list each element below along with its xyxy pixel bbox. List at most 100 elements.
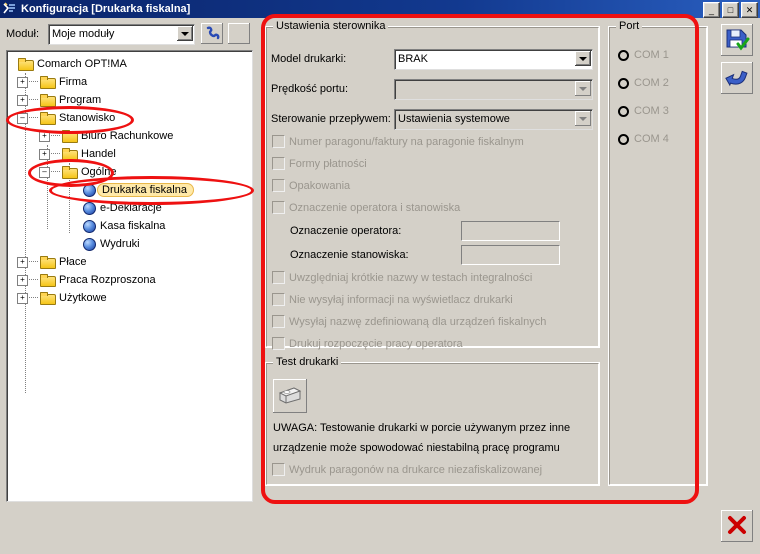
tree-node-handel[interactable]: + Handel [7,145,252,163]
phone-button[interactable] [201,23,223,44]
radio-com3[interactable]: COM 3 [618,105,669,117]
app-icon [2,2,18,16]
window-title: Konfiguracja [Drukarka fiskalna] [21,3,191,15]
folder-icon [62,148,78,161]
module-select-value: Moje moduły [52,28,115,40]
checkbox-payment-forms[interactable]: Formy płatności [272,157,367,170]
radio-label: COM 4 [634,133,669,145]
checkbox-label: Drukuj rozpoczęcie pracy operatora [289,337,463,350]
checkbox-send-defined-name[interactable]: Wysyłaj nazwę zdefiniowaną dla urządzeń … [272,315,546,328]
chevron-down-icon[interactable] [177,26,193,41]
expand-icon[interactable]: + [17,292,28,304]
save-button[interactable] [721,24,753,56]
printer-warning-line2: urządzenie może spowodować niestabilną p… [273,442,560,454]
printer-test-button[interactable] [273,379,307,413]
tree-node-stanowisko[interactable]: – Stanowisko [7,109,252,127]
tree-node-u-ytkowe[interactable]: + Użytkowe [7,289,252,307]
expand-icon[interactable]: + [17,94,28,106]
checkbox-print-operator-start[interactable]: Drukuj rozpoczęcie pracy operatora [272,337,463,350]
tree-node-og-lne[interactable]: – Ogólne [7,163,252,181]
phone-icon [205,25,220,43]
port-speed-select[interactable] [394,79,593,100]
checkbox-label: Wysyłaj nazwę zdefiniowaną dla urządzeń … [289,315,547,328]
folder-icon [40,274,56,287]
expand-icon[interactable]: + [17,256,28,268]
tree-node-label: Biuro Rachunkowe [81,130,174,142]
close-x-icon [726,514,748,539]
folder-icon [40,76,56,89]
station-marking-input[interactable] [461,245,560,265]
tree-node-label: Płace [59,256,87,268]
tree-node-biuro-rachunkowe[interactable]: + Biuro Rachunkowe [7,127,252,145]
printer-test-group: Test drukarki UWAGA: Testowanie drukarki… [265,356,600,486]
tree-node-label: Handel [81,148,116,160]
folder-icon [40,112,56,125]
module-select[interactable]: Moje moduły [48,24,195,45]
tree-node-kasa-fiskalna[interactable]: Kasa fiskalna [7,217,252,235]
checkbox-print-unfiscalized[interactable]: Wydruk paragonów na drukarce niezafiskal… [272,463,542,476]
tree-node-e-deklaracje[interactable]: e-Deklaracje [7,199,252,217]
configuration-window: Konfiguracja [Drukarka fiskalna] _ □ ✕ M… [0,0,760,554]
checkbox-operator-station-marking[interactable]: Oznaczenie operatora i stanowiska [272,201,460,214]
driver-settings-group: Ustawienia sterownika Model drukarki: BR… [265,20,600,350]
folder-icon [40,292,56,305]
folder-icon [40,256,56,269]
minimize-button[interactable]: _ [703,2,720,18]
checkbox-box [272,157,285,170]
close-button[interactable]: ✕ [741,2,758,18]
collapse-icon[interactable]: – [39,166,50,178]
flow-control-select[interactable]: Ustawienia systemowe [394,109,593,130]
tree-node-p-ace[interactable]: + Płace [7,253,252,271]
tree-node-label: Drukarka fiskalna [97,183,194,197]
tree-connector [29,279,38,281]
tree-node-label: e-Deklaracje [100,202,162,214]
tree-connector [29,297,38,299]
tree-node-program[interactable]: + Program [7,91,252,109]
collapse-icon[interactable]: – [17,112,28,124]
flow-control-label: Sterowanie przepływem: [271,113,391,125]
operator-marking-input[interactable] [461,221,560,241]
tree-node-label: Użytkowe [59,292,107,304]
checkbox-box [272,293,285,306]
radio-com4[interactable]: COM 4 [618,133,669,145]
radio-com1[interactable]: COM 1 [618,49,669,61]
chevron-down-icon[interactable] [575,111,591,126]
item-icon [83,237,96,251]
model-select[interactable]: BRAK [394,49,593,70]
checkbox-receipt-number[interactable]: Numer paragonu/faktury na paragonie fisk… [272,135,524,148]
folder-icon [62,130,78,143]
radio-label: COM 1 [634,49,669,61]
checkbox-short-names-integrity[interactable]: Uwzględniaj krótkie nazwy w testach inte… [272,271,532,284]
tree-node-label: Praca Rozproszona [59,274,156,286]
tree-node-root[interactable]: Comarch OPT!MA [7,55,252,73]
expand-icon[interactable]: + [17,274,28,286]
checkbox-no-display-info[interactable]: Nie wysyłaj informacji na wyświetlacz dr… [272,293,513,306]
tree-node-firma[interactable]: + Firma [7,73,252,91]
checkbox-box [272,315,285,328]
undo-button[interactable] [721,62,753,94]
model-label: Model drukarki: [271,53,347,65]
chevron-down-icon[interactable] [575,51,591,66]
cancel-button[interactable] [721,510,753,542]
chevron-down-icon[interactable] [575,81,591,96]
expand-icon[interactable]: + [17,76,28,88]
maximize-button[interactable]: □ [722,2,739,18]
radio-com2[interactable]: COM 2 [618,77,669,89]
configuration-tree[interactable]: Comarch OPT!MA + Firma + Program – Stanowisko… [6,50,253,502]
tree-connector [29,99,38,101]
item-icon [83,219,96,233]
checkbox-packaging[interactable]: Opakowania [272,179,350,192]
tree-node-drukarka-fiskalna[interactable]: Drukarka fiskalna [7,181,252,199]
close-icon: ✕ [745,4,754,15]
secondary-toolbar-button[interactable] [228,23,250,44]
expand-icon[interactable]: + [39,148,50,160]
radio-button [618,77,629,89]
tree-node-wydruki[interactable]: Wydruki [7,235,252,253]
checkbox-label: Opakowania [289,179,351,192]
tree-node-praca-rozproszona[interactable]: + Praca Rozproszona [7,271,252,289]
tree-node-label: Program [59,94,102,106]
expand-icon[interactable]: + [39,130,50,142]
checkbox-box [272,201,285,214]
tree-connector [29,81,38,83]
tree-node-label: Kasa fiskalna [100,220,166,232]
